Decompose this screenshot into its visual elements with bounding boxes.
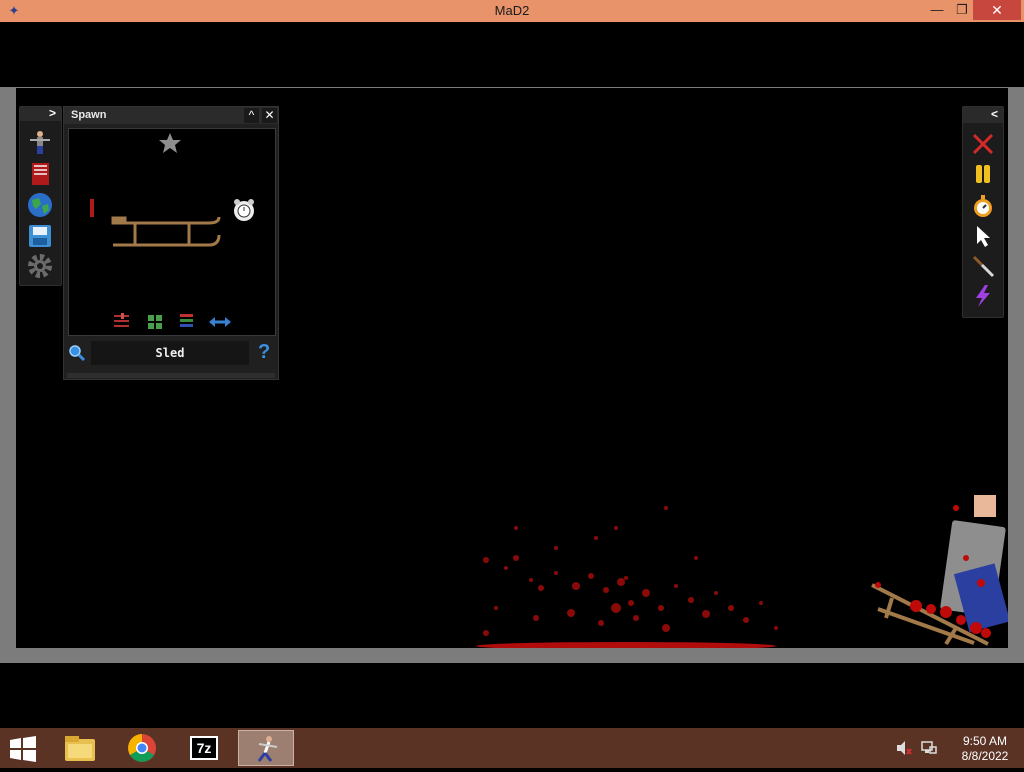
save-icon[interactable] <box>27 223 53 249</box>
chrome-icon[interactable] <box>114 730 170 766</box>
clock-date: 8/8/2022 <box>961 749 1009 763</box>
figure-icon[interactable] <box>27 129 53 155</box>
7zip-label: 7z <box>190 736 218 760</box>
spawn-panel: Spawn ^ ✕ Sled ? <box>63 106 279 380</box>
list-icon[interactable] <box>180 314 193 327</box>
spawn-panel-header: Spawn ^ ✕ <box>64 107 278 124</box>
close-button[interactable]: ✕ <box>973 0 1021 20</box>
volume-muted-icon[interactable] <box>896 740 912 756</box>
globe-icon[interactable] <box>27 192 53 218</box>
windows-start-icon[interactable] <box>8 736 38 762</box>
cursor-icon[interactable] <box>970 223 996 249</box>
search-input[interactable]: Sled <box>91 341 249 365</box>
search-row: Sled ? <box>64 339 278 369</box>
sled-item[interactable] <box>111 216 221 247</box>
sliders-icon[interactable] <box>114 313 129 327</box>
lightning-icon[interactable] <box>970 283 996 309</box>
stopwatch-icon[interactable] <box>970 193 996 219</box>
grid-icon[interactable] <box>148 315 162 329</box>
spawn-panel-footer <box>67 373 275 378</box>
book-icon[interactable] <box>27 161 53 187</box>
gear-icon[interactable] <box>27 253 53 279</box>
title-bar: ✦ MaD2 — ❐ ✕ <box>0 0 1024 22</box>
red-stick-item[interactable] <box>90 199 94 217</box>
taskbar: 7z 9:50 AM 8/8/2022 <box>0 728 1024 768</box>
swap-arrows-icon[interactable] <box>209 317 231 327</box>
left-toolbar: > <box>19 106 62 286</box>
collapse-button[interactable]: ^ <box>244 108 259 123</box>
right-toolbar: < <box>962 106 1004 318</box>
clock-time: 9:50 AM <box>962 734 1008 748</box>
spawn-panel-title: Spawn <box>71 109 107 121</box>
ragdoll-on-sled[interactable] <box>871 495 1011 646</box>
delete-x-icon[interactable] <box>970 131 996 157</box>
7zip-icon[interactable]: 7z <box>176 730 232 766</box>
alarm-clock-item[interactable] <box>234 199 254 221</box>
search-icon[interactable] <box>68 344 86 362</box>
system-clock[interactable]: 9:50 AM 8/8/2022 <box>955 734 1015 764</box>
expand-chevron-icon[interactable]: > <box>49 106 56 120</box>
file-explorer-icon[interactable] <box>52 730 108 766</box>
network-icon[interactable] <box>921 740 937 756</box>
close-panel-button[interactable]: ✕ <box>262 108 277 123</box>
help-icon[interactable]: ? <box>258 341 270 364</box>
blood-particles <box>483 506 778 636</box>
blood-pool <box>476 642 776 650</box>
collapse-chevron-icon[interactable]: < <box>991 107 998 121</box>
knife-icon[interactable] <box>970 253 996 279</box>
mad2-icon[interactable] <box>238 730 294 766</box>
pause-icon[interactable] <box>970 161 996 187</box>
left-toolbar-header: > <box>20 106 61 121</box>
right-toolbar-header: < <box>963 107 1003 123</box>
window-title: MaD2 <box>494 3 530 18</box>
spawn-item-grid <box>68 128 276 336</box>
star-icon[interactable] <box>159 133 181 153</box>
